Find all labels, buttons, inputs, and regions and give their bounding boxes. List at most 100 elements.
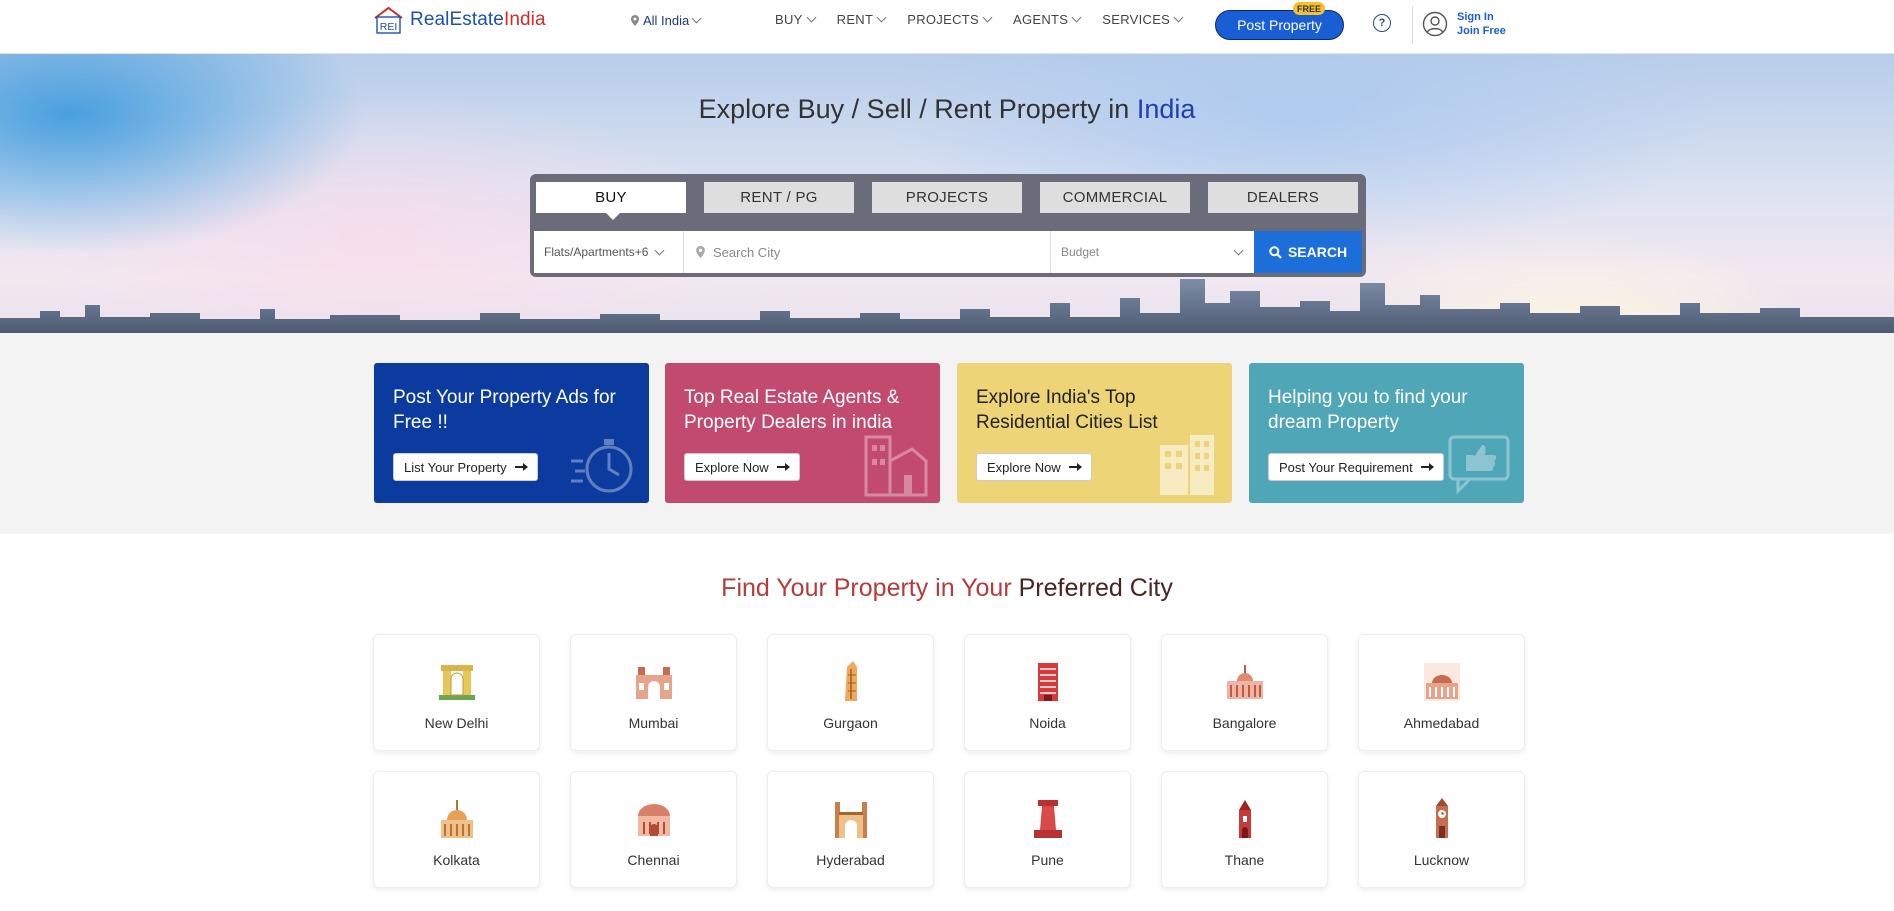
nav-projects-label: PROJECTS bbox=[907, 12, 979, 27]
chevron-down-icon bbox=[1173, 12, 1184, 23]
city-card-pune[interactable]: Pune bbox=[964, 771, 1131, 888]
cities-heading-b: Preferred City bbox=[1018, 574, 1173, 602]
stopwatch-icon bbox=[571, 439, 633, 493]
search-button-label: SEARCH bbox=[1287, 244, 1348, 260]
free-badge: FREE bbox=[1293, 2, 1325, 15]
main-nav: BUY RENT PROJECTS AGENTS SERVICES bbox=[775, 12, 1204, 27]
search-icon bbox=[1269, 245, 1282, 259]
search-city-input[interactable] bbox=[713, 244, 1033, 260]
city-name: New Delhi bbox=[424, 715, 489, 731]
arrow-right-icon bbox=[1068, 463, 1082, 471]
tab-commercial[interactable]: COMMERCIAL bbox=[1040, 182, 1190, 213]
hero-title-prefix: Explore Buy / Sell / Rent Property in bbox=[698, 94, 1137, 124]
hero-title-highlight: India bbox=[1136, 94, 1196, 124]
city-name: Chennai bbox=[627, 852, 680, 868]
tower-icon bbox=[845, 661, 857, 701]
explore-cities-button[interactable]: Explore Now bbox=[976, 453, 1092, 481]
city-card-lucknow[interactable]: Lucknow bbox=[1358, 771, 1525, 888]
account-links: Sign In Join Free bbox=[1457, 10, 1506, 38]
logo-brand-b: India bbox=[503, 9, 546, 30]
city-card-gurgaon[interactable]: Gurgaon bbox=[767, 634, 934, 751]
arrow-right-icon bbox=[1420, 463, 1434, 471]
promo-card-post-ads: Post Your Property Ads for Free !! List … bbox=[374, 363, 649, 503]
search-panel: BUY RENT / PG PROJECTS COMMERCIAL DEALER… bbox=[530, 174, 1366, 277]
promo-card-cities: Explore India's Top Residential Cities L… bbox=[957, 363, 1232, 503]
cities-heading: Find Your Property in Your Preferred Cit… bbox=[0, 574, 1894, 603]
nav-buy[interactable]: BUY bbox=[775, 12, 817, 27]
logo[interactable]: REI RealEstateIndia bbox=[373, 4, 546, 36]
help-icon[interactable]: ? bbox=[1373, 14, 1391, 32]
city-card-thane[interactable]: Thane bbox=[1161, 771, 1328, 888]
city-name: Thane bbox=[1224, 852, 1265, 868]
property-type-select[interactable]: Flats/Apartments+6 bbox=[534, 231, 684, 273]
city-card-ahmedabad[interactable]: Ahmedabad bbox=[1358, 634, 1525, 751]
promo-card-agents: Top Real Estate Agents & Property Dealer… bbox=[665, 363, 940, 503]
city-name: Ahmedabad bbox=[1403, 715, 1480, 731]
fort-gate-icon bbox=[1034, 800, 1062, 838]
button-label: Explore Now bbox=[695, 459, 769, 475]
gateway-of-india-icon bbox=[636, 667, 672, 699]
nav-buy-label: BUY bbox=[775, 12, 803, 27]
header-divider bbox=[1412, 6, 1413, 44]
explore-agents-button[interactable]: Explore Now bbox=[684, 453, 800, 481]
post-requirement-button[interactable]: Post Your Requirement bbox=[1268, 453, 1444, 481]
chevron-down-icon bbox=[691, 13, 702, 24]
nav-agents-label: AGENTS bbox=[1012, 12, 1069, 27]
city-name: Gurgaon bbox=[823, 715, 878, 731]
map-pin-icon bbox=[631, 15, 639, 26]
tab-buy[interactable]: BUY bbox=[536, 182, 686, 220]
city-skyline-image bbox=[0, 279, 1894, 333]
vidhana-soudha-icon bbox=[1227, 665, 1263, 699]
nav-rent-label: RENT bbox=[836, 12, 874, 27]
budget-select[interactable]: Budget bbox=[1051, 231, 1254, 273]
tab-projects[interactable]: PROJECTS bbox=[872, 182, 1022, 213]
promo-card-title: Top Real Estate Agents & Property Dealer… bbox=[684, 387, 900, 433]
city-card-mumbai[interactable]: Mumbai bbox=[570, 634, 737, 751]
chevron-down-icon bbox=[876, 12, 887, 23]
city-name: Hyderabad bbox=[816, 852, 885, 868]
chevron-down-icon bbox=[1071, 12, 1082, 23]
nav-rent[interactable]: RENT bbox=[836, 12, 887, 27]
button-label: Post Your Requirement bbox=[1279, 459, 1413, 475]
city-name: Mumbai bbox=[628, 715, 679, 731]
chevron-down-icon bbox=[806, 12, 817, 23]
city-card-new-delhi[interactable]: New Delhi bbox=[373, 634, 540, 751]
promo-card-requirement: Helping you to find your dream Property … bbox=[1249, 363, 1524, 503]
tab-dealers[interactable]: DEALERS bbox=[1208, 182, 1358, 213]
city-card-chennai[interactable]: Chennai bbox=[570, 771, 737, 888]
search-row: Flats/Apartments+6 Budget SEARCH bbox=[534, 231, 1362, 273]
sign-in-link[interactable]: Sign In bbox=[1457, 10, 1506, 24]
hero-title: Explore Buy / Sell / Rent Property in In… bbox=[0, 94, 1894, 125]
site-header: REI RealEstateIndia All India BUY RENT P… bbox=[0, 0, 1894, 54]
location-label: All India bbox=[643, 13, 690, 28]
city-card-hyderabad[interactable]: Hyderabad bbox=[767, 771, 934, 888]
list-your-property-button[interactable]: List Your Property bbox=[393, 453, 538, 481]
nav-services-label: SERVICES bbox=[1102, 12, 1171, 27]
city-card-noida[interactable]: Noida bbox=[964, 634, 1131, 751]
promo-card-title: Post Your Property Ads for Free !! bbox=[393, 387, 616, 433]
nav-services[interactable]: SERVICES bbox=[1102, 12, 1184, 27]
city-card-kolkata[interactable]: Kolkata bbox=[373, 771, 540, 888]
city-name: Kolkata bbox=[433, 852, 480, 868]
logo-house-icon: REI bbox=[373, 6, 404, 34]
location-selector[interactable]: All India bbox=[631, 13, 702, 28]
search-tabs: BUY RENT / PG PROJECTS COMMERCIAL DEALER… bbox=[536, 182, 1358, 220]
victoria-memorial-icon bbox=[441, 800, 473, 838]
join-free-link[interactable]: Join Free bbox=[1457, 24, 1506, 38]
city-name: Pune bbox=[1031, 852, 1064, 868]
city-name: Lucknow bbox=[1413, 852, 1470, 868]
tab-rent-pg[interactable]: RENT / PG bbox=[704, 182, 854, 213]
buildings-icon bbox=[864, 435, 928, 497]
cities-heading-a: Find Your Property in Your bbox=[721, 574, 1019, 602]
nav-agents[interactable]: AGENTS bbox=[1012, 12, 1082, 27]
user-icon[interactable] bbox=[1422, 11, 1448, 37]
thumbs-up-icon bbox=[1448, 435, 1510, 495]
city-card-bangalore[interactable]: Bangalore bbox=[1161, 634, 1328, 751]
nav-projects[interactable]: PROJECTS bbox=[907, 12, 993, 27]
apartment-icon bbox=[1160, 435, 1214, 495]
logo-brand-a: RealEstate bbox=[410, 9, 504, 30]
city-search bbox=[684, 231, 1051, 273]
post-property-button[interactable]: Post Property bbox=[1215, 10, 1344, 40]
search-button[interactable]: SEARCH bbox=[1254, 231, 1362, 273]
budget-placeholder: Budget bbox=[1061, 245, 1100, 259]
